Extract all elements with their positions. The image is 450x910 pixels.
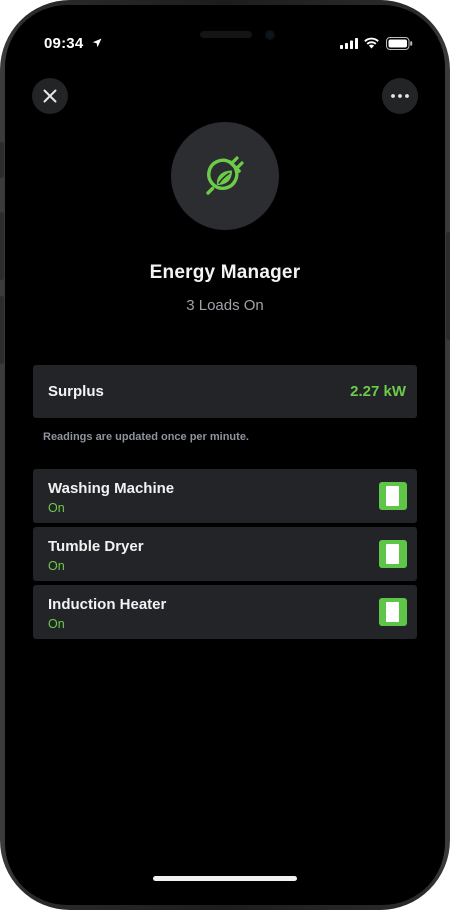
cellular-signal-icon xyxy=(340,38,358,49)
toggle-knob xyxy=(386,486,399,506)
home-indicator[interactable] xyxy=(153,876,297,881)
screen: 09:34 Energy Manager 3 Loads On Surplus … xyxy=(5,5,445,905)
load-state: On xyxy=(48,617,65,631)
more-options-button[interactable] xyxy=(382,78,418,114)
energy-manager-icon-badge xyxy=(171,122,279,230)
close-icon xyxy=(43,89,57,103)
mute-switch xyxy=(0,142,4,178)
battery-icon xyxy=(386,37,413,50)
load-name: Tumble Dryer xyxy=(48,538,144,555)
load-state: On xyxy=(48,501,65,515)
load-toggle[interactable] xyxy=(379,482,407,510)
power-button xyxy=(446,232,450,340)
volume-up-button xyxy=(0,212,4,280)
wifi-icon xyxy=(364,37,379,49)
surplus-value: 2.27 kW xyxy=(350,383,406,400)
load-toggle[interactable] xyxy=(379,540,407,568)
toggle-knob xyxy=(386,544,399,564)
page-title: Energy Manager xyxy=(149,262,301,283)
eco-plug-icon xyxy=(206,156,244,195)
load-item-washing-machine[interactable]: Washing Machine On xyxy=(33,469,417,523)
load-item-tumble-dryer[interactable]: Tumble Dryer On xyxy=(33,527,417,581)
front-camera xyxy=(265,30,275,40)
volume-down-button xyxy=(0,296,4,364)
location-arrow-icon xyxy=(92,38,102,48)
earpiece-speaker xyxy=(200,31,252,38)
toggle-knob xyxy=(386,602,399,622)
status-time: 09:34 xyxy=(44,35,84,52)
load-name: Washing Machine xyxy=(48,480,175,497)
load-item-induction-heater[interactable]: Induction Heater On xyxy=(33,585,417,639)
close-button[interactable] xyxy=(32,78,68,114)
load-name: Induction Heater xyxy=(48,596,167,613)
load-state: On xyxy=(48,559,65,573)
load-toggle[interactable] xyxy=(379,598,407,626)
update-note: Readings are updated once per minute. xyxy=(43,431,249,443)
surplus-label: Surplus xyxy=(48,383,104,400)
more-icon xyxy=(391,94,409,98)
loads-summary: 3 Loads On xyxy=(186,297,264,314)
surplus-row: Surplus 2.27 kW xyxy=(33,365,417,418)
